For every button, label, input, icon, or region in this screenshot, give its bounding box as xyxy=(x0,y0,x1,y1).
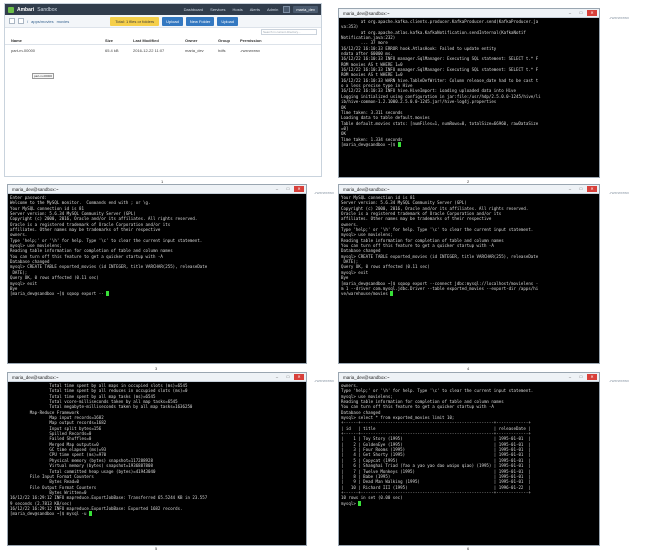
cursor-icon xyxy=(390,291,394,297)
close-icon[interactable]: ✕ xyxy=(294,374,304,380)
terminal-output[interactable]: Your MySQL connection id is 81 Server ver… xyxy=(339,194,599,298)
permission-label: -rwxrwxrwx xyxy=(609,15,629,20)
terminal-window[interactable]: maria_dev@sandbox:~ – □ ✕ at org.apache.… xyxy=(338,8,600,178)
home-icon[interactable] xyxy=(9,18,15,24)
close-icon[interactable]: ✕ xyxy=(587,374,597,380)
file-modified: 2016-12-22 11:07 xyxy=(133,47,165,53)
terminal-window[interactable]: maria_dev@sandbox:~ – □ ✕ Total time spe… xyxy=(7,372,307,546)
col-last-modified[interactable]: Last Modified xyxy=(133,38,185,43)
breadcrumb-root[interactable]: / xyxy=(27,19,28,24)
terminal-title: maria_dev@sandbox:~ xyxy=(343,374,390,380)
views-grid-icon[interactable] xyxy=(283,6,291,13)
permission-label: -rwxrwxrwx xyxy=(609,378,629,383)
terminal-window[interactable]: maria_dev@sandbox:~ – □ ✕ owners. Type 'h… xyxy=(338,372,600,546)
terminal-line: [maria_dev@sandbox ~]$ xyxy=(341,141,597,147)
step-number: 3 xyxy=(155,366,158,371)
file-size: 65.4 kB xyxy=(105,47,119,53)
nav-alerts[interactable]: Alerts xyxy=(248,7,262,12)
breadcrumb-apps-movies[interactable]: apps/movies xyxy=(31,19,53,24)
maximize-icon[interactable]: □ xyxy=(283,374,293,380)
step-number: 2 xyxy=(467,179,470,184)
cluster-name[interactable]: Sandbox xyxy=(37,7,57,13)
terminal-title: maria_dev@sandbox:~ xyxy=(12,374,59,380)
permission-label: -rwxrwxrwx xyxy=(314,190,334,195)
terminal-line: mysql> xyxy=(341,500,597,506)
close-icon[interactable]: ✕ xyxy=(587,10,597,16)
nav-services[interactable]: Services xyxy=(208,7,227,12)
nav-admin[interactable]: Admin xyxy=(265,7,280,12)
close-icon[interactable]: ✕ xyxy=(587,186,597,192)
ambari-logo-icon xyxy=(8,6,14,13)
step-number: 4 xyxy=(467,366,470,371)
terminal-titlebar: maria_dev@sandbox:~ – □ ✕ xyxy=(339,185,599,194)
col-size[interactable]: Size xyxy=(105,38,133,43)
ambari-brand[interactable]: Ambari xyxy=(17,7,34,13)
minimize-icon[interactable]: – xyxy=(565,10,575,16)
terminal-line: [maria_dev@sandbox ~]$ mysql -u xyxy=(10,511,304,517)
terminal-output[interactable]: owners. Type 'help;' or '\h' for help. Ty… xyxy=(339,382,599,507)
col-group[interactable]: Group xyxy=(218,38,240,43)
maximize-icon[interactable]: □ xyxy=(576,10,586,16)
col-name[interactable]: Name xyxy=(5,38,105,43)
new-folder-button[interactable]: New Folder xyxy=(185,16,215,26)
upload-file-button[interactable]: Upload xyxy=(217,16,238,26)
terminal-title: maria_dev@sandbox:~ xyxy=(343,10,390,16)
breadcrumb-movies[interactable]: movies xyxy=(57,19,70,24)
minimize-icon[interactable]: – xyxy=(272,374,282,380)
terminal-output[interactable]: Total time spent by all maps in occupied… xyxy=(8,382,306,518)
file-owner: maria_dev xyxy=(185,47,204,53)
files-table-header: Name Size Last Modified Owner Group Perm… xyxy=(5,36,321,45)
col-permission[interactable]: Permission xyxy=(240,38,321,43)
maximize-icon[interactable]: □ xyxy=(576,374,586,380)
cursor-icon xyxy=(358,500,362,506)
terminal-output[interactable]: Enter password: Welcome to the MySQL moni… xyxy=(8,194,306,298)
permission-label: -rwxrwxrwx xyxy=(609,190,629,195)
terminal-window[interactable]: maria_dev@sandbox:~ – □ ✕ Enter password… xyxy=(7,184,307,364)
total-files-badge: Total: 1 files or folders xyxy=(110,16,160,26)
ambari-files-view: Ambari Sandbox Dashboard Services Hosts … xyxy=(4,3,322,177)
files-toolbar: / apps/movies movies Total: 1 files or f… xyxy=(5,15,321,28)
terminal-output[interactable]: at org.apache.kafka.clients.producer.Kaf… xyxy=(339,18,599,148)
terminal-titlebar: maria_dev@sandbox:~ – □ ✕ xyxy=(339,9,599,18)
terminal-titlebar: maria_dev@sandbox:~ – □ ✕ xyxy=(8,373,306,382)
maximize-icon[interactable]: □ xyxy=(576,186,586,192)
upload-button[interactable]: Upload xyxy=(162,16,183,26)
minimize-icon[interactable]: – xyxy=(565,186,575,192)
nav-dashboard[interactable]: Dashboard xyxy=(182,7,206,12)
col-owner[interactable]: Owner xyxy=(185,38,218,43)
step-number: 1 xyxy=(161,179,164,184)
close-icon[interactable]: ✕ xyxy=(294,186,304,192)
step-number: 5 xyxy=(155,546,158,551)
permission-label: -rwxrwxrwx xyxy=(314,378,334,383)
file-name[interactable]: part-m-00000 xyxy=(5,48,105,53)
terminal-title: maria_dev@sandbox:~ xyxy=(343,186,390,192)
minimize-icon[interactable]: – xyxy=(272,186,282,192)
user-menu[interactable]: maria_dev xyxy=(293,6,318,13)
nav-hosts[interactable]: Hosts xyxy=(231,7,245,12)
file-group: hdfs xyxy=(218,47,226,53)
file-tooltip: part-m-00000 xyxy=(32,73,55,79)
step-number: 6 xyxy=(467,546,470,551)
refresh-icon[interactable] xyxy=(18,18,24,24)
maximize-icon[interactable]: □ xyxy=(283,186,293,192)
terminal-window[interactable]: maria_dev@sandbox:~ – □ ✕ Your MySQL con… xyxy=(338,184,600,364)
search-input[interactable]: Search in current directory... xyxy=(261,29,317,35)
ambari-top-bar: Ambari Sandbox Dashboard Services Hosts … xyxy=(5,4,321,15)
file-permission: -rwxrwxrwx xyxy=(240,47,260,53)
terminal-line: ve/warehouse/movies xyxy=(341,291,597,297)
terminal-titlebar: maria_dev@sandbox:~ – □ ✕ xyxy=(8,185,306,194)
terminal-line: [maria_dev@sandbox ~]$ sqoop export -- xyxy=(10,291,304,297)
table-row[interactable]: part-m-00000 65.4 kB 2016-12-22 11:07 ma… xyxy=(5,45,321,55)
minimize-icon[interactable]: – xyxy=(565,374,575,380)
cursor-icon xyxy=(88,511,92,517)
terminal-titlebar: maria_dev@sandbox:~ – □ ✕ xyxy=(339,373,599,382)
cursor-icon xyxy=(106,291,110,297)
terminal-title: maria_dev@sandbox:~ xyxy=(12,186,59,192)
cursor-icon xyxy=(397,141,401,147)
